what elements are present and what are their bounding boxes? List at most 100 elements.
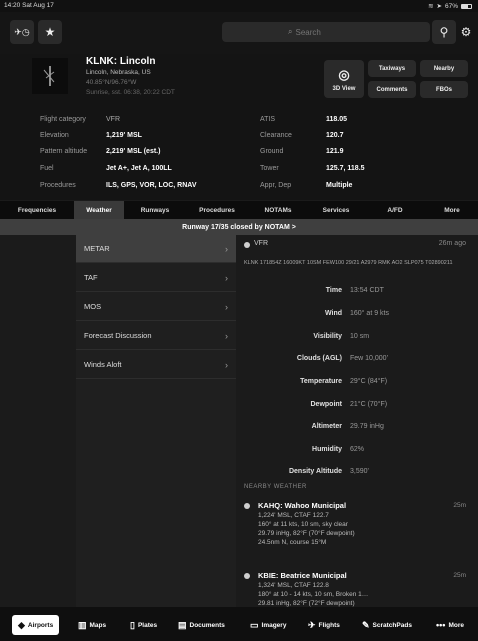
nav-label: Flights — [318, 621, 340, 629]
flights-icon: ✈ — [308, 619, 316, 630]
info-label: Procedures — [40, 181, 76, 189]
left-gutter — [0, 235, 76, 607]
search-field[interactable]: ⌕ — [222, 22, 430, 42]
info-value: 125.7, 118.5 — [326, 164, 365, 172]
weather-menu-item-metar[interactable]: METAR › — [76, 235, 236, 263]
tab-label: Procedures — [199, 206, 235, 214]
nav-scratchpads[interactable]: ✎ ScratchPads — [362, 616, 412, 634]
search-input[interactable] — [295, 27, 416, 37]
nearby-airport-line: 29.81 inHg, 82°F (72°F dewpoint) — [258, 600, 355, 607]
airport-diagram-thumbnail[interactable] — [32, 58, 68, 94]
info-row-elevation: Elevation 1,219' MSL — [40, 128, 142, 142]
nearby-button[interactable]: Nearby — [420, 60, 468, 77]
nearby-airport-kbie[interactable]: KBIE: Beatrice Municipal 25m 1,324' MSL,… — [238, 571, 478, 607]
nearby-airport-line: 180° at 10 - 14 kts, 10 sm, Broken 1… — [258, 591, 369, 598]
weather-menu-item-winds-aloft[interactable]: Winds Aloft › — [76, 351, 236, 379]
maps-icon: ▥ — [78, 619, 87, 630]
tab-weather[interactable]: Weather — [74, 201, 124, 219]
star-icon: ★ — [44, 25, 56, 39]
bottom-navigation: ◆ Airports ▥ Maps ▯ Plates ▤ Documents ▭… — [0, 607, 478, 641]
documents-icon: ▤ — [178, 619, 187, 630]
flight-category-dot-icon — [244, 573, 250, 579]
nav-documents[interactable]: ▤ Documents — [178, 616, 225, 634]
chevron-right-icon: › — [225, 359, 228, 370]
favorites-button[interactable]: ★ — [38, 20, 62, 44]
metar-raw-text: KLNK 171854Z 16009KT 10SM FEW100 29/21 A… — [244, 260, 453, 266]
metar-field-value: 3,590' — [350, 468, 369, 475]
info-label: Pattern altitude — [40, 147, 88, 155]
info-row-procedures[interactable]: Procedures ILS, GPS, VOR, LOC, RNAV — [40, 178, 197, 192]
taxiways-label: Taxiways — [378, 65, 406, 72]
notam-banner[interactable]: Runway 17/35 closed by NOTAM > — [0, 219, 478, 235]
metar-field-visibility: Visibility 10 sm — [238, 333, 478, 351]
status-date: Sat Aug 17 — [22, 2, 54, 9]
nearby-airport-age: 25m — [453, 502, 466, 509]
weather-menu-item-taf[interactable]: TAF › — [76, 264, 236, 292]
nearby-airport-line: 160° at 11 kts, 10 sm, sky clear — [258, 521, 348, 528]
metar-field-dewpoint: Dewpoint 21°C (70°F) — [238, 401, 478, 419]
info-label: Clearance — [260, 131, 292, 139]
menu-item-label: TAF — [84, 273, 98, 282]
tab-notams[interactable]: NOTAMs — [248, 201, 308, 219]
tab-afd[interactable]: A/FD — [364, 201, 426, 219]
nav-airports[interactable]: ◆ Airports — [12, 615, 60, 635]
3d-view-label: 3D View — [332, 85, 356, 92]
settings-button[interactable]: ⚙ — [458, 20, 474, 44]
wifi-icon: ≋ — [428, 3, 434, 10]
menu-item-label: MOS — [84, 302, 102, 311]
nav-plates[interactable]: ▯ Plates — [130, 616, 157, 634]
recents-button[interactable]: ✈◷ — [10, 20, 34, 44]
info-row-approach-departure[interactable]: Appr, Dep Multiple — [260, 178, 352, 192]
airports-icon: ◆ — [18, 619, 25, 630]
airport-tabs: Frequencies Weather Runways Procedures N… — [0, 201, 478, 219]
menu-item-label: Winds Aloft — [84, 360, 122, 369]
battery-percent: 67% — [444, 2, 458, 10]
pin-icon: ⚲ — [439, 25, 449, 39]
info-row-atis[interactable]: ATIS 118.05 — [260, 112, 347, 126]
metar-age: 26m ago — [438, 240, 466, 247]
metar-field-label: Density Altitude — [288, 468, 342, 475]
fbos-button[interactable]: FBOs — [420, 81, 468, 98]
metar-field-value: 160° at 9 kts — [350, 310, 389, 317]
3d-view-button[interactable]: ◎ 3D View — [324, 60, 364, 98]
tab-frequencies[interactable]: Frequencies — [0, 201, 74, 219]
tab-services[interactable]: Services — [308, 201, 364, 219]
nav-imagery[interactable]: ▭ Imagery — [250, 616, 286, 634]
comments-button[interactable]: Comments — [368, 81, 416, 98]
metar-field-value: 62% — [350, 446, 365, 453]
nearby-airport-kahq[interactable]: KAHQ: Wahoo Municipal 25m 1,224' MSL, CT… — [238, 501, 478, 557]
menu-item-label: Forecast Discussion — [84, 331, 152, 340]
info-row-tower[interactable]: Tower 125.7, 118.5 — [260, 161, 365, 175]
imagery-icon: ▭ — [250, 619, 259, 630]
comments-label: Comments — [376, 86, 408, 93]
info-row-clearance[interactable]: Clearance 120.7 — [260, 128, 344, 142]
status-time: 14:20 — [4, 2, 21, 9]
weather-menu-item-mos[interactable]: MOS › — [76, 293, 236, 321]
info-value: 2,219' MSL (est.) — [106, 147, 161, 155]
location-icon: ➤ — [436, 3, 442, 10]
nav-more[interactable]: ••• More — [436, 616, 464, 634]
weather-menu-item-forecast-discussion[interactable]: Forecast Discussion › — [76, 322, 236, 350]
info-row-ground[interactable]: Ground 121.9 — [260, 144, 344, 158]
metar-field-label: Temperature — [300, 378, 342, 385]
tab-runways[interactable]: Runways — [124, 201, 186, 219]
metar-field-label: Visibility — [313, 333, 342, 340]
runway-diagram-icon — [43, 66, 55, 86]
gear-icon: ⚙ — [460, 25, 472, 39]
info-value: 118.05 — [326, 115, 348, 123]
plates-icon: ▯ — [130, 619, 135, 630]
globe-icon: ◎ — [338, 66, 350, 82]
taxiways-button[interactable]: Taxiways — [368, 60, 416, 77]
nav-maps[interactable]: ▥ Maps — [78, 616, 106, 634]
airport-location: Lincoln, Nebraska, US — [86, 69, 151, 76]
nav-label: More — [448, 621, 464, 629]
status-bar: 14:20 Sat Aug 17 ≋ ➤ 67% — [0, 0, 478, 12]
tab-procedures[interactable]: Procedures — [186, 201, 248, 219]
airport-coordinates: 40.85°N/96.76°W — [86, 79, 137, 86]
info-label: Tower — [260, 164, 279, 172]
nav-flights[interactable]: ✈ Flights — [308, 616, 340, 634]
metar-field-clouds: Clouds (AGL) Few 10,000' — [238, 355, 478, 373]
map-pin-button[interactable]: ⚲ — [432, 20, 456, 44]
tab-more[interactable]: More — [426, 201, 478, 219]
tab-label: Services — [322, 206, 350, 214]
